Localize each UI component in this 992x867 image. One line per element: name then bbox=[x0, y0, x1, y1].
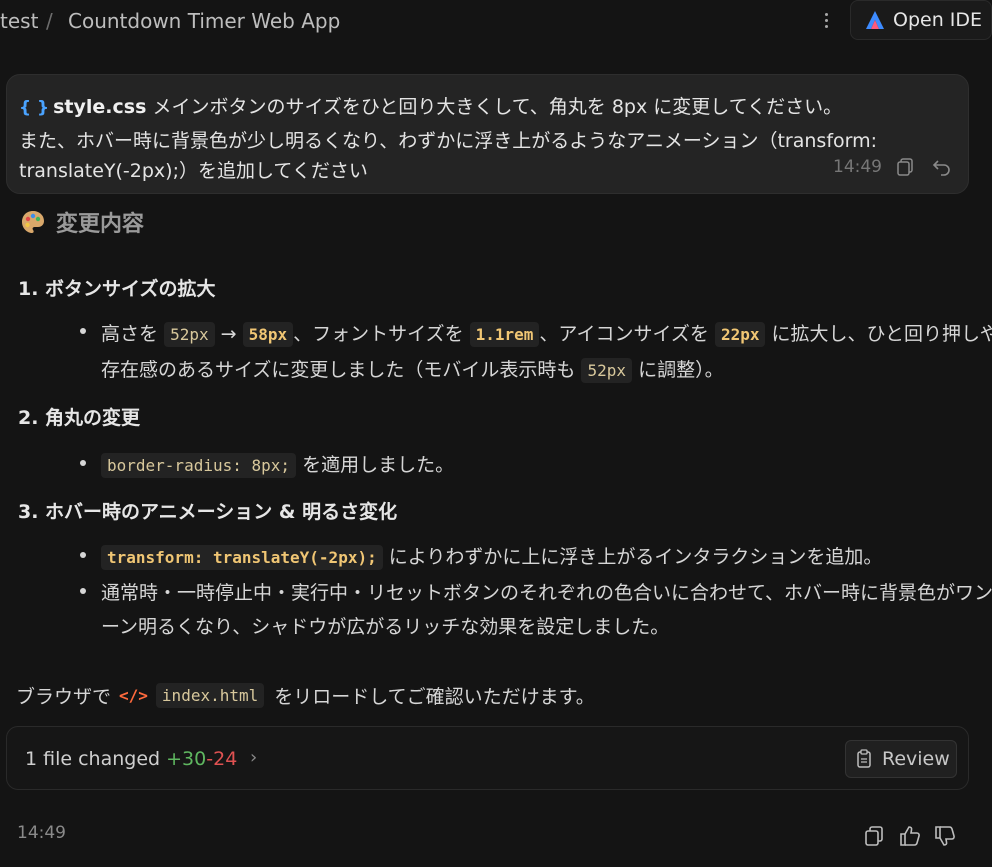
message-line-1: { } style.css メインボタンのサイズをひと回り大きくして、角丸を 8p… bbox=[19, 92, 842, 119]
file-changes-bar: 1 file changed +30-24 › Review bbox=[6, 726, 969, 790]
section-title: 変更内容 bbox=[56, 212, 145, 237]
code-inline: 58px bbox=[242, 322, 294, 347]
list-heading-2: 2. 角丸の変更 bbox=[18, 407, 141, 429]
list-item-continuation: ーン明るくなり、シャドウが広がるリッチな効果を設定しました。 bbox=[101, 616, 670, 638]
palette-icon bbox=[22, 211, 44, 233]
review-icon bbox=[857, 749, 871, 768]
thumbs-up-icon[interactable] bbox=[898, 824, 922, 848]
page-title: Countdown Timer Web App bbox=[68, 9, 341, 33]
undo-icon[interactable] bbox=[931, 157, 953, 177]
arrow-text: → bbox=[220, 323, 237, 345]
list-item: 高さを 52px → 58px 、フォントサイズを 1.1rem 、アイコンサイズを… bbox=[101, 319, 992, 347]
code-inline: 22px bbox=[714, 322, 766, 347]
list-item: 通常時・一時停止中・実行中・リセットボタンのそれぞれの色合いに合わせて、ホバー時… bbox=[101, 582, 992, 604]
open-ide-label: Open IDE bbox=[893, 9, 983, 31]
changes-label: 1 file changed bbox=[25, 748, 161, 770]
text: をリロードしてご確認いただけます。 bbox=[274, 686, 595, 708]
text: に調整）。 bbox=[638, 359, 724, 381]
message-line-3: translateY(-2px);）を追加してください bbox=[19, 160, 368, 182]
bullet-dot bbox=[80, 588, 86, 594]
file-reference[interactable]: style.css bbox=[53, 96, 146, 118]
top-header: test / Countdown Timer Web App Open IDE bbox=[0, 0, 992, 44]
code-inline: border-radius: 8px; bbox=[101, 453, 297, 478]
breadcrumb-root[interactable]: test bbox=[0, 9, 38, 33]
ide-logo-icon bbox=[866, 11, 884, 29]
text: 存在感のあるサイズに変更しました（モバイル表示時も bbox=[101, 359, 576, 381]
bullet-dot bbox=[80, 552, 86, 558]
text: によりわずかに上に浮き上がるインタラクションを追加。 bbox=[388, 546, 883, 568]
message-text-1: メインボタンのサイズをひと回り大きくして、角丸を 8px に変更してください。 bbox=[152, 96, 843, 118]
list-item: border-radius: 8px; を適用しました。 bbox=[101, 450, 455, 478]
code-inline: 52px bbox=[164, 322, 215, 347]
list-heading-3: 3. ホバー時のアニメーション & 明るさ変化 bbox=[18, 501, 398, 523]
text: に拡大し、ひと回り押しやすく bbox=[771, 323, 992, 345]
bullet-dot bbox=[80, 328, 86, 334]
more-options-icon[interactable] bbox=[817, 8, 835, 32]
bullet-dot bbox=[80, 460, 86, 466]
thumbs-down-icon[interactable] bbox=[933, 824, 957, 848]
breadcrumb-separator: / bbox=[46, 9, 53, 33]
html-file-icon: </> bbox=[119, 686, 148, 705]
code-inline: transform: translateY(-2px); bbox=[101, 545, 383, 570]
reload-instruction: ブラウザで </> index.html をリロードしてご確認いただけます。 bbox=[16, 682, 595, 709]
lines-added: +30 bbox=[166, 748, 207, 770]
list-heading-1: 1. ボタンサイズの拡大 bbox=[18, 278, 216, 300]
review-label: Review bbox=[882, 748, 950, 770]
copy-icon[interactable] bbox=[862, 824, 886, 848]
changes-summary[interactable]: 1 file changed +30-24 bbox=[25, 748, 237, 770]
text: を適用しました。 bbox=[302, 454, 455, 476]
response-timestamp: 14:49 bbox=[17, 823, 66, 843]
message-timestamp: 14:49 bbox=[833, 157, 882, 177]
code-inline: 52px bbox=[581, 358, 633, 383]
code-inline: 1.1rem bbox=[469, 322, 540, 347]
text: ブラウザで bbox=[16, 686, 112, 708]
text: 、アイコンサイズを bbox=[539, 323, 709, 345]
message-line-2: また、ホバー時に背景色が少し明るくなり、わずかに浮き上がるようなアニメーション（… bbox=[19, 130, 878, 152]
chevron-right-icon[interactable]: › bbox=[250, 747, 257, 768]
copy-icon[interactable] bbox=[895, 157, 915, 177]
open-ide-button[interactable]: Open IDE bbox=[850, 0, 992, 40]
user-message-bubble: { } style.css メインボタンのサイズをひと回り大きくして、角丸を 8p… bbox=[6, 74, 969, 194]
list-item: transform: translateY(-2px); によりわずかに上に浮き… bbox=[101, 542, 883, 570]
text: 、フォントサイズを bbox=[293, 323, 464, 345]
file-reference[interactable]: index.html bbox=[155, 683, 265, 708]
css-file-icon: { } bbox=[19, 98, 50, 118]
lines-removed: -24 bbox=[206, 748, 238, 770]
section-heading: 変更内容 bbox=[20, 206, 144, 238]
text: 高さを bbox=[101, 323, 159, 345]
review-button[interactable]: Review bbox=[845, 740, 957, 778]
list-item-continuation: 存在感のあるサイズに変更しました（モバイル表示時も 52px に調整）。 bbox=[101, 355, 724, 383]
